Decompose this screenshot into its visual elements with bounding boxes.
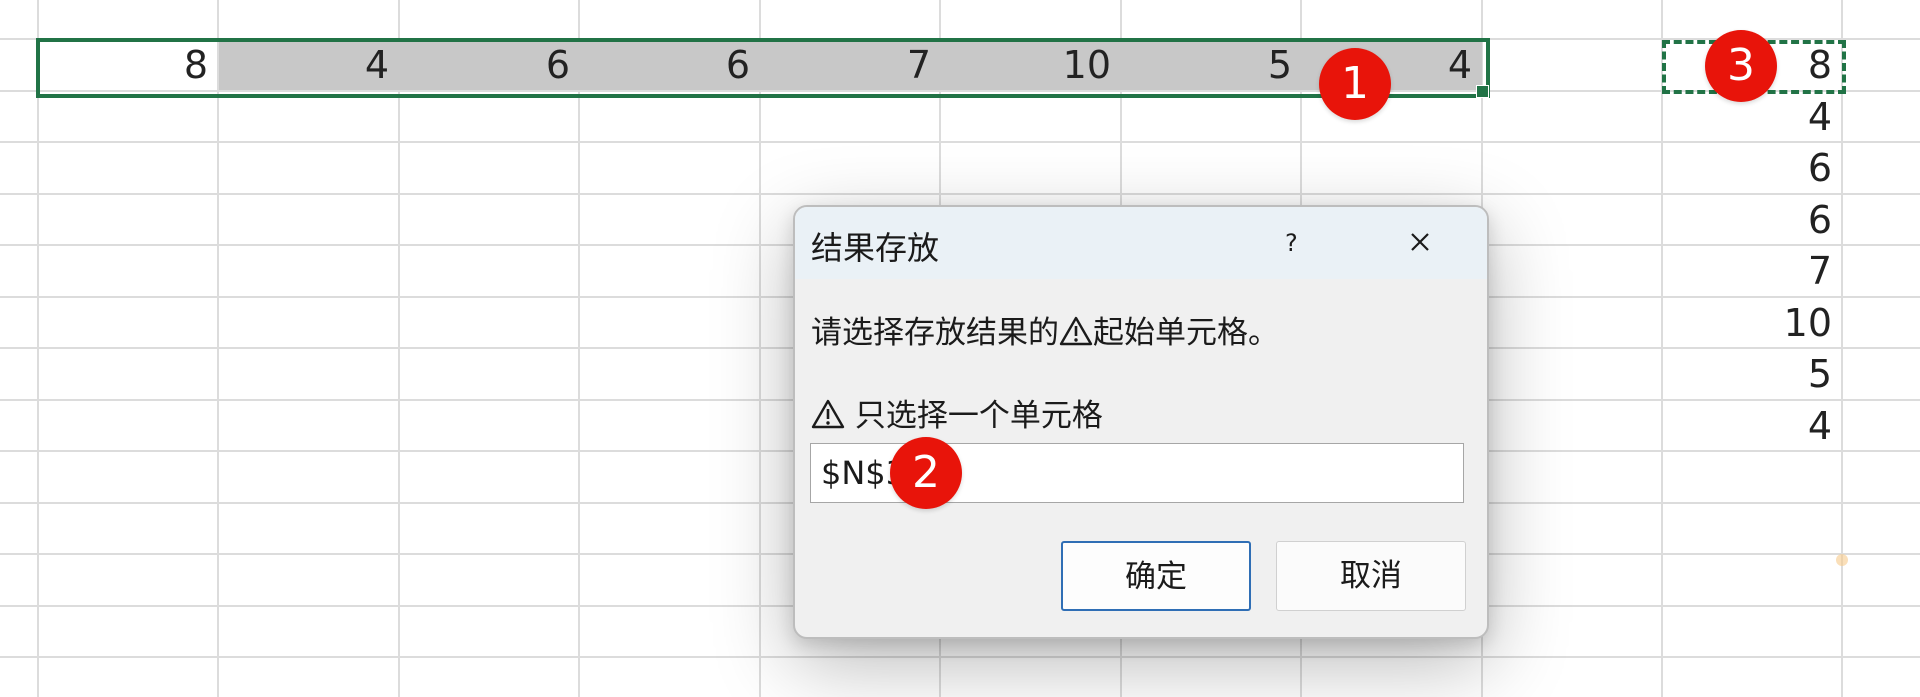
result-cell[interactable]: 7: [1664, 246, 1842, 296]
dialog-prompt: 请选择存放结果的 起始单元格。: [811, 307, 1279, 352]
dialog-title: 结果存放: [811, 229, 940, 267]
spreadsheet-window: 8 4 6 6 7 10 5 4 8 4 6 6 7 10 5 4 结果存放 ?…: [0, 0, 1920, 697]
prompt-text-start: 请选择存放结果的: [811, 315, 1059, 351]
step-badge-3: 3: [1705, 30, 1777, 102]
cancel-button[interactable]: 取消: [1276, 541, 1466, 611]
row-gridline: [0, 656, 1920, 658]
result-cell[interactable]: 6: [1664, 143, 1842, 193]
watermark-dot: [1836, 554, 1848, 566]
warning-icon: [811, 398, 845, 430]
close-icon[interactable]: [1407, 229, 1433, 255]
selection-range-border: [36, 38, 1490, 98]
hint-text: 只选择一个单元格: [854, 398, 1103, 434]
step-badge-2: 2: [890, 437, 962, 509]
fill-handle[interactable]: [1476, 85, 1489, 98]
prompt-text-end: 起始单元格。: [1093, 315, 1279, 351]
result-cell[interactable]: 4: [1664, 401, 1842, 451]
step-badge-1: 1: [1319, 48, 1391, 120]
result-cell[interactable]: 10: [1664, 298, 1842, 348]
row-gridline: [0, 193, 1920, 195]
row-gridline: [0, 141, 1920, 143]
result-location-dialog: 结果存放 ? 请选择存放结果的 起始单元格。 只选择一个单元格 $N$3 确定 取…: [793, 205, 1489, 639]
result-cell[interactable]: 6: [1664, 195, 1842, 245]
warning-icon: [1059, 315, 1093, 347]
ok-button[interactable]: 确定: [1061, 541, 1251, 611]
result-cell[interactable]: 5: [1664, 349, 1842, 399]
help-button[interactable]: ?: [1285, 229, 1298, 257]
dialog-hint: 只选择一个单元格: [811, 390, 1103, 435]
